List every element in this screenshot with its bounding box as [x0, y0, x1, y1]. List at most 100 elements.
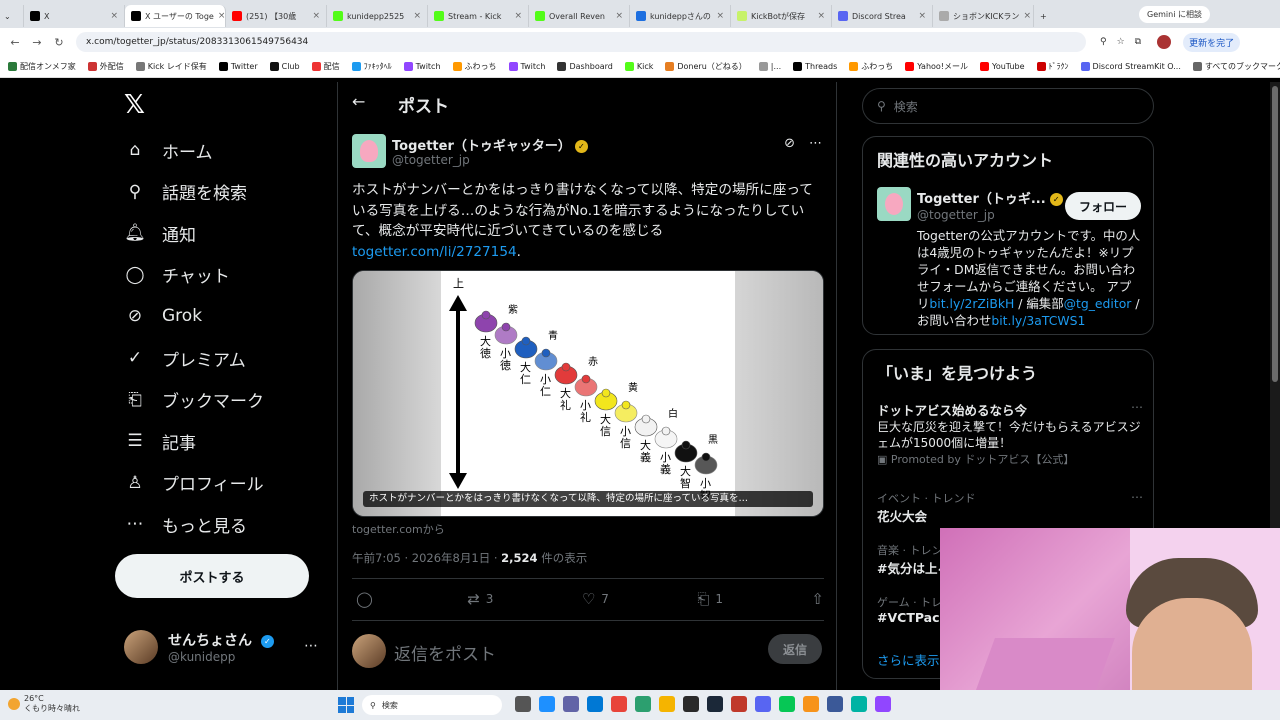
weather-widget[interactable]: 26°C くもり時々晴れ [8, 694, 80, 714]
search-input[interactable]: ⚲ 検索 [862, 88, 1154, 124]
browser-tab[interactable]: kunideppさんの × [630, 5, 731, 27]
bookmark-item[interactable]: Dashboard [557, 62, 613, 71]
bookmark-item[interactable]: すべてのブックマーク [1192, 61, 1280, 72]
follow-button[interactable]: フォロー [1065, 192, 1141, 220]
trend-item[interactable]: ドットアビス始めるなら今 巨大な厄災を迎え撃て！今だけもらえるアビスジェムが15… [877, 400, 1143, 467]
bookmark-item[interactable]: 配信オンメフ家 [8, 61, 76, 72]
bookmark-item[interactable]: YouTube [980, 62, 1025, 71]
bookmark-item[interactable]: Twitter [218, 62, 258, 71]
bookmark-item[interactable]: 外配信 [87, 61, 124, 72]
more-icon[interactable]: ⋯ [1131, 400, 1143, 414]
nav-item-notifications[interactable]: 🔔︎ 通知 [124, 213, 196, 253]
browser-tab[interactable]: Discord Strea × [832, 5, 933, 27]
nav-item-grok[interactable]: ⊘ Grok [124, 296, 202, 336]
star-icon[interactable]: ☆ [1117, 37, 1125, 47]
nav-item-bookmarks[interactable]: ⎗ ブックマーク [124, 380, 264, 420]
close-icon[interactable]: × [514, 11, 522, 21]
like-button[interactable]: ♡ 7 [582, 590, 609, 608]
browser-tab[interactable]: Stream - Kick × [428, 5, 529, 27]
reply-button[interactable]: ◯ [356, 590, 379, 608]
line-icon[interactable] [779, 696, 795, 712]
new-tab-button[interactable]: + [1034, 5, 1058, 27]
start-button-icon[interactable] [338, 697, 354, 713]
retweet-button[interactable]: ⇄ 3 [467, 590, 493, 608]
address-bar[interactable]: x.com/togetter_jp/status/208331306154975… [76, 32, 1086, 52]
back-icon[interactable]: ← [8, 36, 22, 49]
trend-item[interactable]: イベント · トレンド 花火大会 ⋯ [877, 490, 1143, 525]
close-icon[interactable]: × [817, 11, 825, 21]
bookmark-item[interactable]: Club [269, 62, 300, 71]
folder-icon[interactable] [659, 696, 675, 712]
bookmark-item[interactable]: ふわっち [452, 61, 497, 72]
close-icon[interactable]: × [918, 11, 926, 21]
more-options-icon[interactable]: ⋯ [809, 136, 822, 151]
bookmark-item[interactable]: Yahoo!メール [905, 61, 968, 72]
gemini-button[interactable]: Gemini に相談 [1139, 5, 1210, 23]
app-icon[interactable] [587, 696, 603, 712]
edge-icon[interactable] [635, 696, 651, 712]
bookmark-item[interactable]: Twitch [508, 62, 545, 71]
rec-handle[interactable]: @togetter_jp [917, 208, 995, 222]
app-icon[interactable] [515, 696, 531, 712]
close-icon[interactable]: × [1023, 11, 1031, 21]
reload-icon[interactable]: ↻ [52, 36, 66, 49]
steam-icon[interactable] [707, 696, 723, 712]
reply-submit-button[interactable]: 返信 [768, 634, 822, 664]
bio-mention[interactable]: @tg_editor [1064, 296, 1132, 311]
close-icon[interactable]: × [615, 11, 623, 21]
forward-icon[interactable]: → [30, 36, 44, 49]
bookmark-item[interactable]: Discord StreamKit O... [1080, 62, 1181, 71]
back-arrow-icon[interactable]: ← [352, 92, 365, 111]
bookmark-item[interactable]: ふわっち [849, 61, 893, 72]
extensions-icon[interactable]: ⧉ [1135, 37, 1141, 47]
browser-tab[interactable]: ショボンKICKラン × [933, 5, 1034, 27]
nav-item-explore[interactable]: ⚲ 話題を検索 [124, 172, 247, 212]
post-button[interactable]: ポストする [115, 554, 309, 598]
close-icon[interactable]: × [716, 11, 724, 21]
share-button[interactable]: ⇧ [811, 590, 824, 608]
bookmark-item[interactable]: ﾌｧｷｯﾀﾍﾙ [351, 61, 392, 72]
nav-item-chat[interactable]: ◯ チャット [124, 255, 229, 295]
browser-tab[interactable]: X × [24, 5, 125, 27]
tab-list-button[interactable]: ⌄ [0, 5, 24, 27]
more-icon[interactable]: ⋯ [1131, 490, 1143, 504]
link-source[interactable]: togetter.comから [352, 521, 445, 537]
bookmark-item[interactable]: Twitch [403, 62, 441, 71]
bookmark-item[interactable]: |... [758, 62, 781, 71]
browser-tab[interactable]: (251) 【30歳 × [226, 5, 327, 27]
post-media[interactable]: 上紫大徳小徳青大仁小仁赤大礼小礼黄大信小信白大義小義黒大智小智 ホストがナンバー… [352, 270, 824, 517]
bookmark-item[interactable]: 配信 [311, 61, 340, 72]
nav-item-more[interactable]: ⋯ もっと見る [124, 504, 248, 544]
discord-icon[interactable] [755, 696, 771, 712]
browser-tab[interactable]: X ユーザーの Toge × [125, 5, 226, 27]
account-switcher[interactable]: せんちょさん ✓ @kunidepp ⋯ [124, 630, 318, 664]
nav-item-home[interactable]: ⌂ ホーム [124, 130, 213, 170]
app-icon[interactable] [539, 696, 555, 712]
x-logo[interactable]: 𝕏 [124, 90, 145, 120]
reply-input[interactable]: 返信をポスト [394, 640, 496, 665]
bookmark-item[interactable]: Doneru（どねる） [665, 61, 747, 72]
bookmark-item[interactable]: Kick レイド保有 [135, 61, 207, 72]
close-icon[interactable]: × [110, 11, 118, 21]
app-icon[interactable] [803, 696, 819, 712]
author-avatar[interactable] [352, 134, 386, 168]
rec-name[interactable]: Togetter（トゥギ... ✓ [917, 188, 1063, 207]
twitch-icon[interactable] [875, 696, 891, 712]
app-icon[interactable] [827, 696, 843, 712]
app-icon[interactable] [731, 696, 747, 712]
profile-avatar[interactable] [1157, 35, 1172, 49]
teams-icon[interactable] [563, 696, 579, 712]
bio-link[interactable]: bit.ly/2rZiBkH [929, 296, 1014, 311]
nav-item-premium[interactable]: ✓ プレミアム [124, 338, 246, 378]
author-handle[interactable]: @togetter_jp [392, 153, 470, 167]
close-icon[interactable]: × [413, 11, 421, 21]
more-icon[interactable]: ⋯ [304, 638, 318, 654]
browser-tab[interactable]: kunidepp2525 × [327, 5, 428, 27]
update-button[interactable]: 更新を完了 [1183, 32, 1241, 52]
bookmark-item[interactable]: Kick [624, 62, 653, 71]
show-more-link[interactable]: さらに表示 [877, 650, 940, 669]
taskbar-search[interactable]: ⚲ 検索 [362, 695, 502, 715]
author-name[interactable]: Togetter（トゥギャッター） ✓ [392, 135, 588, 154]
browser-tab[interactable]: KickBotが保存 × [731, 5, 832, 27]
close-icon[interactable]: × [312, 11, 320, 21]
